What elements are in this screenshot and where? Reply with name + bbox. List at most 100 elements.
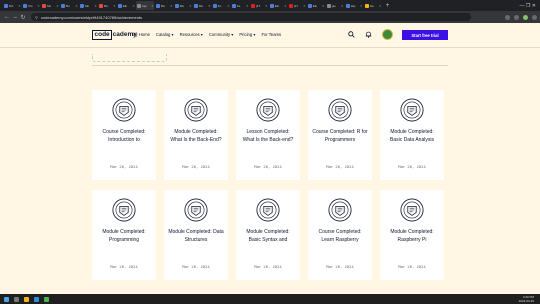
profile-icon[interactable] xyxy=(523,14,528,20)
bell-icon[interactable] xyxy=(365,31,372,40)
extensions-icon[interactable] xyxy=(514,14,519,20)
url-input[interactable]: ⚲ codecademy.com/users/nktprt9491740789/… xyxy=(31,13,471,21)
reload-icon[interactable]: ↻ xyxy=(19,14,27,21)
browser-taskbar-icon[interactable] xyxy=(34,296,39,302)
tab-close-icon[interactable]: × xyxy=(265,4,267,8)
achievement-card[interactable]: Course Completed: Learn Raspberry Mar 26,… xyxy=(308,190,372,280)
achievement-card[interactable]: Module Completed: Programming Mar 26, 202… xyxy=(92,190,156,280)
search-icon[interactable] xyxy=(348,31,355,40)
tab-close-icon[interactable]: × xyxy=(170,4,172,8)
tab-close-icon[interactable]: × xyxy=(360,4,362,8)
browser-tab[interactable]: Mo × xyxy=(79,1,98,10)
new-tab-button[interactable]: + xyxy=(386,3,390,9)
tab-favicon-icon xyxy=(174,3,179,8)
back-icon[interactable]: ← xyxy=(3,14,11,20)
achievement-title: Course Completed: R for Programmers xyxy=(312,129,368,143)
system-clock[interactable]: 4:20 PM 2024-03-26 xyxy=(519,295,534,304)
tab-close-icon[interactable]: × xyxy=(341,4,343,8)
tab-close-icon[interactable]: × xyxy=(19,4,21,8)
tab-favicon-icon xyxy=(269,3,274,8)
tab-close-icon[interactable]: × xyxy=(246,4,248,8)
tab-title: Mo xyxy=(84,3,90,8)
tab-close-icon[interactable]: × xyxy=(38,4,40,8)
tab-close-icon[interactable]: × xyxy=(189,4,191,8)
nav-pricing[interactable]: Pricing ▾ xyxy=(239,32,255,37)
browser-tab[interactable]: ady × xyxy=(345,1,364,10)
start-icon[interactable] xyxy=(4,296,9,302)
tab-title: Mo xyxy=(46,3,52,8)
achievement-card[interactable]: Module Completed: Basic Syntax and Mar 26… xyxy=(236,190,300,280)
tab-favicon-icon xyxy=(307,3,312,8)
achievement-title: Module Completed: Basic Syntax and xyxy=(246,229,290,243)
browser-tab[interactable]: Mo × xyxy=(41,1,60,10)
tab-close-icon[interactable]: × xyxy=(227,4,229,8)
achievement-card[interactable]: Course Completed: Introduction to Mar 26,… xyxy=(92,90,156,180)
search-taskbar-icon[interactable] xyxy=(14,296,19,302)
browser-tab[interactable]: (47 × xyxy=(288,1,307,10)
tab-title: Diz xyxy=(9,3,14,8)
tab-close-icon[interactable]: × xyxy=(322,4,324,8)
start-free-trial-button[interactable]: Start free trial xyxy=(402,30,448,40)
browser-tab[interactable]: Clo × xyxy=(22,1,41,10)
browser-tab[interactable]: Mo × xyxy=(174,1,193,10)
browser-tab[interactable]: Ele × xyxy=(269,1,288,10)
codecademy-logo[interactable]: code cademy xyxy=(92,30,137,40)
browser-tab[interactable]: Mo × xyxy=(193,1,212,10)
tab-title: Mo xyxy=(198,3,204,8)
browser-tab[interactable]: Fe × xyxy=(231,1,250,10)
tab-title: (47 xyxy=(255,3,261,8)
achievement-card[interactable]: Lesson Completed: What Is the Back-end? M… xyxy=(236,90,300,180)
section-divider xyxy=(92,65,448,66)
files-taskbar-icon[interactable] xyxy=(24,296,29,302)
tab-close-icon[interactable]: × xyxy=(208,4,210,8)
achievement-card[interactable]: Module Completed: What Is the Back-End? M… xyxy=(164,90,228,180)
tab-close-icon[interactable]: × xyxy=(379,4,381,8)
site-info-icon[interactable]: ⚲ xyxy=(35,15,38,20)
browser-tab[interactable]: Mo × xyxy=(98,1,117,10)
tab-title: ady xyxy=(350,3,356,8)
nav-resources[interactable]: Resources ▾ xyxy=(180,32,203,37)
browser-tab[interactable]: Bu × xyxy=(60,1,79,10)
browser-tab[interactable]: (47 × xyxy=(250,1,269,10)
achievement-card[interactable]: Module Completed: Basic Data Analysis Mar… xyxy=(380,90,444,180)
achievement-card[interactable]: Module Completed: Raspberry Pi Mar 26, 20… xyxy=(380,190,444,280)
nav-catalog[interactable]: Catalog ▾ xyxy=(156,32,174,37)
achievement-card[interactable]: Course Completed: R for Programmers Mar 2… xyxy=(308,90,372,180)
browser-tab[interactable]: Ele × xyxy=(307,1,326,10)
nav-for-teams[interactable]: For Teams xyxy=(261,32,281,37)
forward-icon[interactable]: → xyxy=(11,14,19,20)
browser-tab-strip: Diz × Clo × Mo × Bu × Mo × Mo × EE × cap × Mo × Mo × Mo × Fo × F… xyxy=(0,0,540,11)
browser-tab[interactable]: cap × xyxy=(135,1,155,10)
nav-my-home[interactable]: My Home xyxy=(132,32,150,37)
browser-tab[interactable]: Jia × xyxy=(364,1,383,10)
url-text: codecademy.com/users/nktprt9491740789/ac… xyxy=(40,14,143,20)
tab-close-icon[interactable]: × xyxy=(113,4,115,8)
bookmark-star-icon[interactable] xyxy=(505,14,510,20)
tab-close-icon[interactable]: × xyxy=(284,4,286,8)
nav-community[interactable]: Community ▾ xyxy=(209,32,233,37)
tab-close-icon[interactable]: × xyxy=(76,4,78,8)
logo-code-box: code xyxy=(92,30,113,40)
tab-favicon-icon xyxy=(288,3,293,8)
tab-close-icon[interactable]: × xyxy=(132,4,134,8)
browser-tab[interactable]: Mo × xyxy=(155,1,174,10)
achievement-date: Mar 26, 2024 xyxy=(398,264,426,269)
browser-tab[interactable]: gle × xyxy=(326,1,345,10)
tab-close-icon[interactable]: × xyxy=(151,4,153,8)
tab-close-icon[interactable]: × xyxy=(57,4,59,8)
main-nav: My Home Catalog ▾ Resources ▾ Community … xyxy=(132,32,281,37)
window-controls[interactable]: — ❐ ✕ xyxy=(520,0,536,11)
decorative-outline xyxy=(92,54,167,62)
browser-tab[interactable]: Fo × xyxy=(212,1,231,10)
tab-close-icon[interactable]: × xyxy=(94,4,96,8)
chrome-taskbar-icon[interactable] xyxy=(44,296,49,302)
tab-favicon-icon xyxy=(136,3,141,8)
achievement-card[interactable]: Module Completed: Data Structures Mar 26,… xyxy=(164,190,228,280)
user-avatar[interactable] xyxy=(382,29,393,40)
os-taskbar: 4:20 PM 2024-03-26 xyxy=(0,294,540,304)
browser-tab[interactable]: EE × xyxy=(117,1,136,10)
tab-close-icon[interactable]: × xyxy=(303,4,305,8)
browser-menu-icon[interactable] xyxy=(532,14,537,20)
browser-tab[interactable]: Diz × xyxy=(3,1,22,10)
achievement-badge-icon xyxy=(184,198,208,222)
